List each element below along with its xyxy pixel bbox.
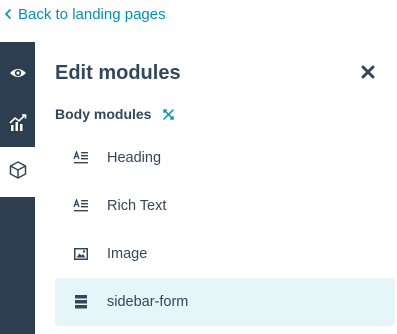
- rail-item-analytics[interactable]: [0, 100, 35, 150]
- eye-icon: [9, 66, 27, 84]
- module-list: Heading Rich Text Image sidebar-form: [55, 134, 395, 326]
- module-label: Image: [107, 246, 148, 262]
- text-module-icon: [55, 151, 107, 165]
- rail-item-modules[interactable]: [0, 147, 35, 197]
- image-icon: [55, 248, 107, 260]
- cube-icon: [8, 160, 28, 185]
- form-icon: [55, 295, 107, 309]
- module-item-heading[interactable]: Heading: [55, 134, 395, 182]
- text-module-icon: [55, 199, 107, 213]
- module-label: Rich Text: [107, 198, 167, 214]
- collapse-arrows-icon[interactable]: [161, 107, 175, 121]
- close-icon: [361, 65, 375, 84]
- chevron-left-icon: [4, 9, 18, 19]
- rail-item-preview[interactable]: [0, 50, 35, 100]
- analytics-icon: [8, 113, 27, 137]
- panel-title: Edit modules: [55, 62, 181, 84]
- back-to-landing-pages-link[interactable]: Back to landing pages: [4, 4, 166, 24]
- module-item-image[interactable]: Image: [55, 230, 395, 278]
- module-label: sidebar-form: [107, 294, 189, 310]
- module-label: Heading: [107, 150, 162, 166]
- module-item-rich-text[interactable]: Rich Text: [55, 182, 395, 230]
- module-item-sidebar-form[interactable]: sidebar-form: [55, 278, 395, 326]
- close-panel-button[interactable]: [359, 65, 377, 83]
- back-link-label: Back to landing pages: [18, 5, 166, 23]
- section-label: Body modules: [55, 106, 152, 122]
- body-modules-section-header: Body modules: [55, 104, 175, 124]
- module-editor-page: Back to landing pages Edit modules Body …: [0, 0, 397, 334]
- left-tool-rail: [0, 42, 35, 334]
